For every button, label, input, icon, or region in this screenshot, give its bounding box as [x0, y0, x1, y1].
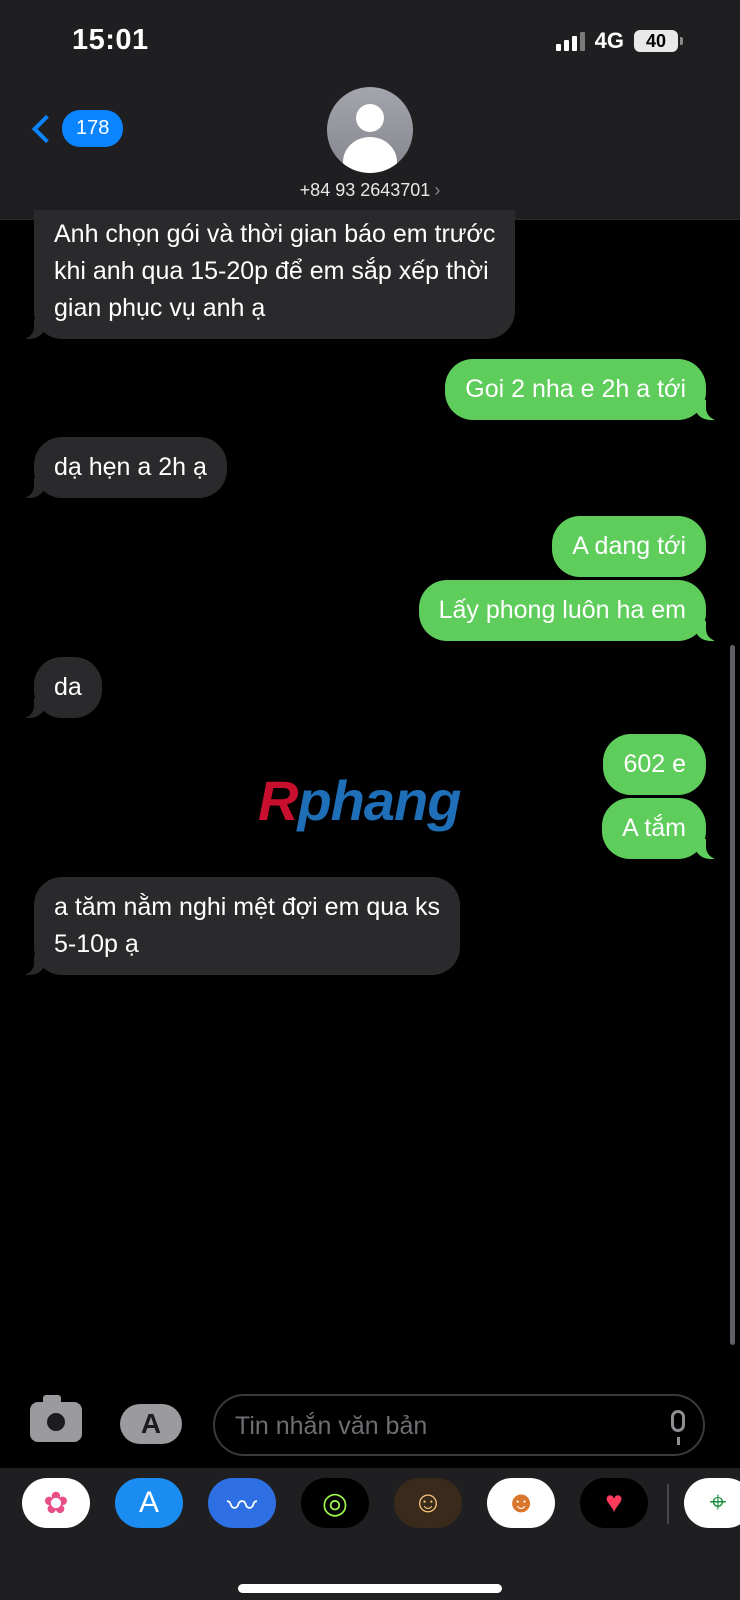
memoji-icon[interactable]: ☺ [394, 1478, 462, 1528]
status-indicators: 4G 40 [555, 28, 683, 54]
maps-icon[interactable]: ⌖ [684, 1478, 740, 1528]
message-bubble-outgoing[interactable]: A tắm [602, 798, 726, 859]
photos-icon[interactable]: ✿ [22, 1478, 90, 1528]
message-bubble-incoming[interactable]: dạ hẹn a 2h ạ [14, 437, 227, 498]
message-line: Anh chọn gói và thời gian báo em trước [54, 220, 496, 248]
camera-icon [44, 1410, 68, 1434]
message-line: 5-10p ạ [54, 930, 139, 958]
watermark-logo: Rphang [258, 769, 461, 832]
message-line: gian phục vụ anh ạ [54, 294, 266, 322]
message-bubble-incoming[interactable]: da [14, 657, 102, 718]
chevron-left-icon [31, 114, 61, 143]
audio-message-icon[interactable]: 〰 [208, 1478, 276, 1528]
unread-count-badge: 178 [62, 110, 124, 147]
message-line: khi anh qua 15-20p để em sắp xếp thời [54, 257, 489, 285]
activity-icon[interactable]: ◎ [301, 1478, 369, 1528]
camera-button[interactable] [30, 1395, 82, 1442]
status-time: 15:01 [72, 24, 149, 56]
drawer-divider [667, 1484, 669, 1524]
network-type: 4G [594, 28, 624, 53]
scrollbar[interactable] [730, 645, 735, 1345]
app-drawer: ✿ A 〰 ◎ ☺ ☻ ♥ ⌖ [0, 1468, 740, 1600]
message-bubble-outgoing[interactable]: Lấy phong luôn ha em [418, 580, 727, 641]
message-bubble-outgoing[interactable]: A dang tới [552, 516, 706, 577]
message-bubble-outgoing[interactable]: 602 e [603, 734, 706, 795]
message-bubble-incoming[interactable]: Anh chọn gói và thời gian báo em trước k… [13, 210, 516, 339]
app-store-button[interactable]: A [120, 1404, 182, 1444]
contact-name-button[interactable]: +84 93 2643701 › [0, 180, 740, 201]
message-input-container[interactable] [213, 1394, 705, 1456]
message-input[interactable] [235, 1408, 635, 1444]
contact-number: +84 93 2643701 [299, 180, 431, 200]
animoji-icon[interactable]: ☻ [487, 1478, 555, 1528]
app-store-icon[interactable]: A [115, 1478, 183, 1528]
chevron-right-icon: › [434, 180, 441, 200]
message-line: a tăm nằm nghi mệt đợi em qua ks [54, 893, 441, 921]
home-indicator[interactable] [238, 1584, 502, 1593]
back-button[interactable]: 178 [28, 110, 124, 147]
digital-touch-icon[interactable]: ♥ [580, 1478, 648, 1528]
signal-icon [555, 31, 585, 51]
battery-icon: 40 [634, 30, 683, 52]
conversation-header: 15:01 4G 40 178 +84 93 2643701 › [0, 0, 740, 220]
message-bubble-outgoing[interactable]: Goi 2 nha e 2h a tới [445, 359, 726, 420]
contact-avatar[interactable] [327, 87, 413, 173]
microphone-icon[interactable] [671, 1410, 685, 1445]
message-bubble-incoming[interactable]: a tăm nằm nghi mệt đợi em qua ks 5-10p ạ [13, 877, 461, 975]
